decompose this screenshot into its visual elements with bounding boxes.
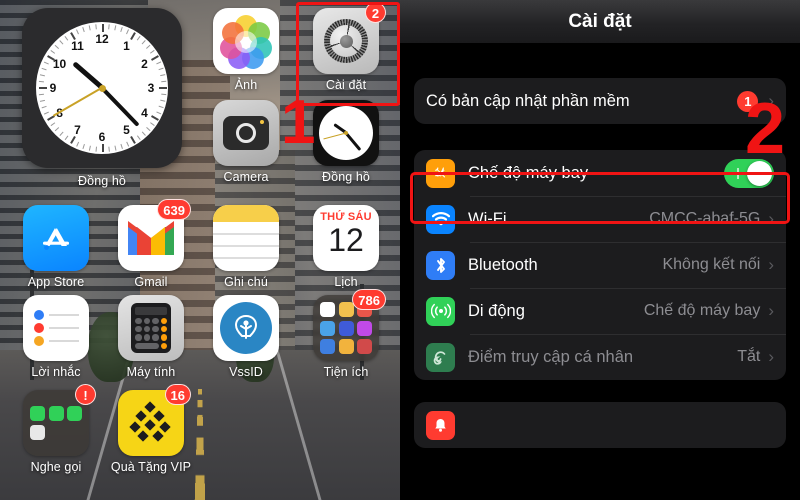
- clock-widget[interactable]: 123456789101112: [22, 8, 182, 168]
- app-loinhac[interactable]: Lời nhắc: [8, 295, 104, 379]
- row-value: CMCC-abaf-5G: [649, 210, 761, 227]
- app-maytinh[interactable]: Máy tính: [103, 295, 199, 379]
- settings-group-connectivity: ✈ Chế độ máy bay Wi-Fi CMCC-abaf-5G › Bl…: [414, 150, 786, 380]
- settings-row-personal-hotspot[interactable]: Điểm truy cập cá nhân Tắt ›: [414, 334, 786, 380]
- settings-header: Cài đặt: [400, 0, 800, 44]
- clock-minute-hand: [100, 86, 140, 127]
- clock-app-icon: [313, 100, 379, 166]
- app-store-icon: [23, 205, 89, 271]
- app-ghichu[interactable]: Ghi chú: [198, 205, 294, 289]
- calendar-day: 12: [328, 222, 364, 258]
- wifi-icon: [426, 204, 455, 234]
- bluetooth-icon: [426, 250, 455, 280]
- row-label: Chế độ máy bay: [468, 163, 589, 182]
- app-camera[interactable]: Camera: [198, 100, 294, 184]
- notifications-bell-icon: [426, 410, 455, 440]
- app-badge: 2: [365, 2, 386, 23]
- chevron-right-icon: ›: [768, 301, 774, 320]
- app-nghegoi[interactable]: ! Nghe gọi: [8, 384, 104, 474]
- chevron-right-icon: ›: [768, 255, 774, 274]
- app-anh[interactable]: Ảnh: [198, 8, 294, 92]
- row-label: Điểm truy cập cá nhân: [468, 347, 634, 366]
- step-2-marker: 2: [745, 89, 786, 169]
- app-badge: 639: [157, 199, 191, 220]
- settings-row-bluetooth[interactable]: Bluetooth Không kết nối ›: [414, 242, 786, 288]
- app-badge: !: [75, 384, 96, 405]
- app-appstore[interactable]: App Store: [8, 205, 104, 289]
- photos-icon: [213, 8, 279, 74]
- settings-group-notifications: [414, 402, 786, 448]
- row-label: Có bản cập nhật phần mềm: [426, 91, 630, 110]
- settings-panel: Cài đặt Có bản cập nhật phần mềm 1 › ✈ C…: [400, 0, 800, 500]
- chevron-right-icon: ›: [768, 347, 774, 366]
- cellular-icon: [426, 296, 455, 326]
- row-label: Bluetooth: [468, 255, 538, 274]
- calculator-icon: [118, 295, 184, 361]
- clock-face: 123456789101112: [36, 22, 168, 154]
- row-label: Di động: [468, 301, 525, 320]
- vssid-icon: [213, 295, 279, 361]
- airplane-icon: ✈: [426, 158, 455, 188]
- app-gmail[interactable]: 639 Gmail: [103, 199, 199, 289]
- hotspot-icon: [426, 342, 455, 372]
- settings-list[interactable]: Có bản cập nhật phần mềm 1 › ✈ Chế độ má…: [400, 78, 800, 448]
- settings-group-update: Có bản cập nhật phần mềm 1 ›: [414, 78, 786, 124]
- widget-label: Đồng hồ: [78, 174, 126, 188]
- iphone-home-screen: 123456789101112 Đồng hồ: [0, 0, 400, 500]
- settings-row-cellular[interactable]: Di động Chế độ máy bay ›: [414, 288, 786, 334]
- settings-row-airplane-mode[interactable]: ✈ Chế độ máy bay: [414, 150, 786, 196]
- camera-icon: [213, 100, 279, 166]
- reminders-icon: [23, 295, 89, 361]
- settings-row-software-update[interactable]: Có bản cập nhật phần mềm 1 ›: [414, 78, 786, 124]
- app-lich[interactable]: THỨ SÁU 12 Lịch: [298, 205, 394, 289]
- app-vssid[interactable]: VssID: [198, 295, 294, 379]
- app-caidat[interactable]: 2 Cài đặt: [298, 2, 394, 92]
- app-tienich[interactable]: 786 Tiện ích: [298, 289, 394, 379]
- notes-icon: [213, 205, 279, 271]
- row-label: Wi-Fi: [468, 209, 507, 228]
- row-value: Tắt: [737, 348, 761, 365]
- step-1-marker: 1: [281, 88, 316, 157]
- page-title: Cài đặt: [568, 10, 632, 32]
- row-value: Chế độ máy bay: [643, 302, 761, 319]
- settings-row-notifications[interactable]: [414, 402, 786, 448]
- app-badge: 16: [164, 384, 191, 405]
- app-vip[interactable]: 16 Quà Tặng VIP: [103, 384, 199, 474]
- calendar-icon: THỨ SÁU 12: [313, 205, 379, 271]
- app-badge: 786: [352, 289, 386, 310]
- settings-row-wifi[interactable]: Wi-Fi CMCC-abaf-5G ›: [414, 196, 786, 242]
- row-value: Không kết nối: [662, 256, 761, 273]
- chevron-right-icon: ›: [768, 209, 774, 228]
- screenshot-root: 123456789101112 Đồng hồ: [0, 0, 800, 500]
